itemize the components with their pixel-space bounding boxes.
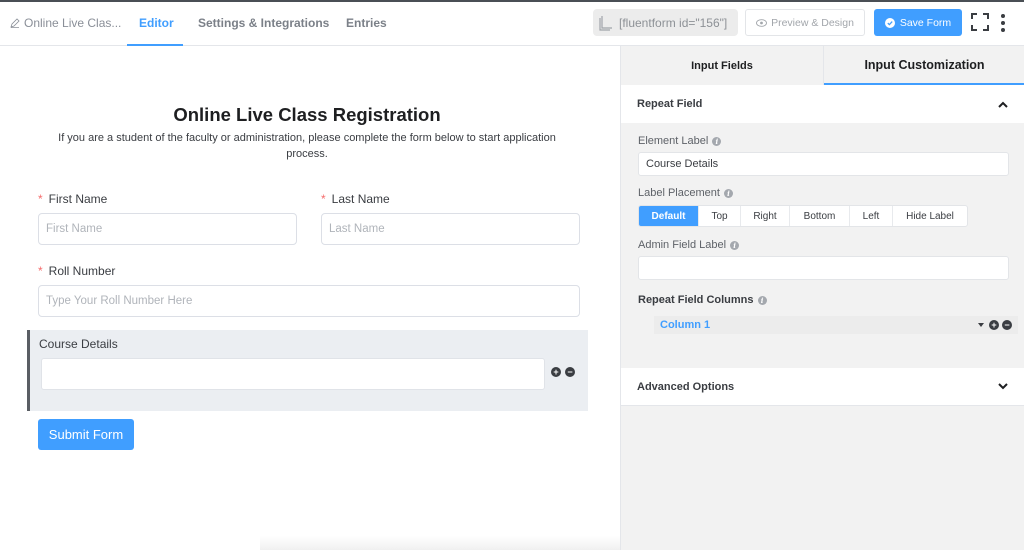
- pencil-icon: [10, 18, 20, 28]
- roll-number-label: * Roll Number: [38, 264, 116, 278]
- repeat-field-columns-label: Repeat Field Columns i: [638, 294, 767, 306]
- info-icon: i: [723, 188, 733, 198]
- placement-default[interactable]: Default: [639, 206, 699, 226]
- add-column-icon[interactable]: +: [989, 320, 999, 330]
- tab-input-fields[interactable]: Input Fields: [621, 46, 824, 85]
- form-name: Online Live Clas...: [24, 16, 122, 30]
- preview-label: Preview & Design: [771, 16, 854, 29]
- advanced-options-title: Advanced Options: [637, 380, 735, 393]
- info-icon: i: [730, 240, 740, 250]
- shortcode-text: [fluentform id="156"]: [619, 15, 728, 30]
- first-name-input[interactable]: First Name: [38, 213, 297, 245]
- roll-number-input[interactable]: Type Your Roll Number Here: [38, 285, 580, 317]
- placement-bottom[interactable]: Bottom: [790, 206, 850, 226]
- fullscreen-icon[interactable]: [971, 13, 989, 31]
- submit-form-button[interactable]: Submit Form: [38, 419, 134, 450]
- column-name[interactable]: Column 1: [660, 319, 710, 331]
- tab-editor[interactable]: Editor: [139, 16, 174, 30]
- required-marker: *: [321, 192, 326, 206]
- last-name-input[interactable]: Last Name: [321, 213, 580, 245]
- admin-field-label-label: Admin Field Label i: [638, 239, 740, 251]
- chevron-up-icon: [998, 101, 1008, 108]
- column-row[interactable]: Column 1 + −: [654, 316, 1018, 334]
- canvas-shadow: [260, 536, 620, 550]
- required-marker: *: [38, 264, 43, 278]
- add-row-icon[interactable]: +: [551, 367, 561, 377]
- required-marker: *: [38, 192, 43, 206]
- label-placement-label: Label Placement i: [638, 187, 733, 199]
- info-icon: i: [757, 295, 767, 305]
- info-icon: i: [712, 136, 722, 146]
- copy-icon: [599, 15, 612, 31]
- panel-tabs: Input Fields Input Customization: [621, 46, 1024, 85]
- chevron-down-icon: [998, 383, 1008, 390]
- caret-down-icon[interactable]: [978, 323, 984, 327]
- check-circle-icon: [884, 17, 895, 28]
- tab-settings-integrations[interactable]: Settings & Integrations: [198, 16, 329, 30]
- save-label: Save Form: [899, 16, 952, 29]
- shortcode-copy[interactable]: [fluentform id="156"]: [593, 9, 738, 36]
- remove-row-icon[interactable]: −: [565, 367, 575, 377]
- form-title: Online Live Class Registration: [173, 104, 441, 125]
- element-label-input[interactable]: Course Details: [638, 152, 1009, 176]
- tab-input-customization[interactable]: Input Customization: [824, 46, 1024, 85]
- last-name-label: * Last Name: [321, 192, 390, 206]
- eye-icon: [756, 18, 768, 27]
- section-title: Repeat Field: [637, 98, 703, 110]
- form-description: If you are a student of the faculty or a…: [58, 132, 556, 160]
- placement-top[interactable]: Top: [699, 206, 741, 226]
- form-name-link[interactable]: Online Live Clas...: [10, 16, 121, 30]
- tab-entries[interactable]: Entries: [346, 16, 387, 30]
- course-details-input[interactable]: [41, 358, 545, 390]
- settings-panel: Input Fields Input Customization Repeat …: [620, 46, 1024, 550]
- admin-field-label-input[interactable]: [638, 256, 1009, 280]
- preview-design-button[interactable]: Preview & Design: [745, 9, 865, 36]
- placement-right[interactable]: Right: [741, 206, 790, 226]
- advanced-options-header[interactable]: Advanced Options: [621, 368, 1024, 406]
- placement-left[interactable]: Left: [850, 206, 893, 226]
- more-options-icon[interactable]: [1000, 14, 1006, 32]
- first-name-label: * First Name: [38, 192, 108, 206]
- label-placement-options: Default Top Right Bottom Left Hide Label: [638, 205, 968, 227]
- remove-column-icon[interactable]: −: [1002, 320, 1012, 330]
- repeat-field-course-details[interactable]: Course Details + −: [27, 330, 588, 411]
- placement-hide-label[interactable]: Hide Label: [893, 206, 967, 226]
- top-bar: Online Live Clas... Editor Settings & In…: [0, 0, 1024, 46]
- form-editor-canvas: Online Live Class Registration If you ar…: [0, 46, 620, 550]
- element-label-label: Element Label i: [638, 135, 722, 147]
- repeat-field-section-header[interactable]: Repeat Field: [621, 85, 1024, 123]
- course-details-label: Course Details: [39, 337, 118, 351]
- save-form-button[interactable]: Save Form: [874, 9, 962, 36]
